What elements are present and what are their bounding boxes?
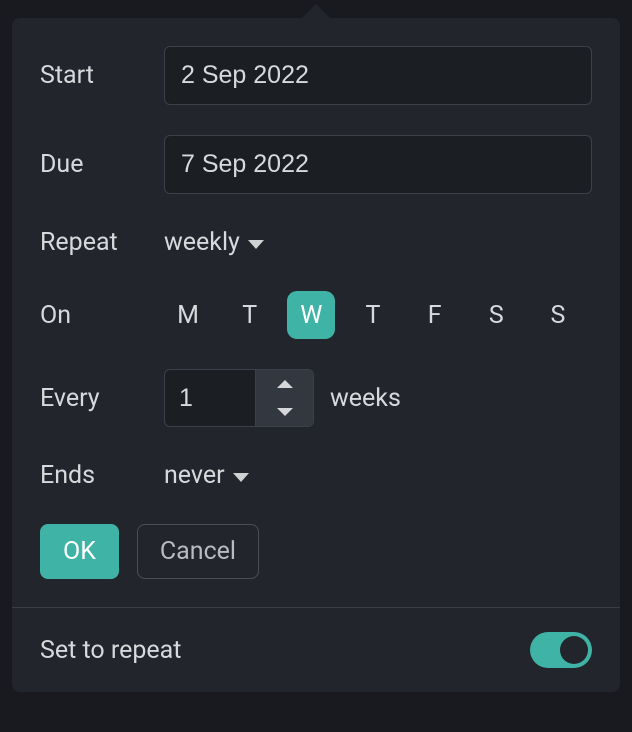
start-label: Start [40,61,164,90]
repeat-label: Repeat [40,228,164,257]
repeat-row: Repeat weekly [40,224,592,261]
chevron-down-icon [233,473,249,482]
ends-value: never [164,461,225,490]
every-label: Every [40,384,164,413]
chevron-up-icon [277,380,293,388]
toggle-knob [560,636,588,664]
day-wed[interactable]: W [287,291,335,339]
set-to-repeat-toggle[interactable] [530,632,592,668]
ends-row: Ends never [40,457,592,494]
schedule-form: Start Due Repeat weekly On M T W T F S S [12,18,620,597]
day-sat[interactable]: S [472,291,520,339]
schedule-popover: Start Due Repeat weekly On M T W T F S S [12,18,620,692]
every-stepper [164,369,314,427]
repeat-value: weekly [164,228,240,257]
due-label: Due [40,150,164,179]
due-row: Due [40,135,592,194]
step-down-button[interactable] [256,398,313,426]
chevron-down-icon [248,240,264,249]
step-up-button[interactable] [256,370,313,398]
ok-button[interactable]: OK [40,524,119,579]
day-mon[interactable]: M [164,291,212,339]
ends-label: Ends [40,461,164,490]
stepper-controls [255,370,313,426]
start-input[interactable] [164,46,592,105]
every-input[interactable] [165,370,255,426]
chevron-down-icon [277,408,293,416]
on-row: On M T W T F S S [40,291,592,339]
day-fri[interactable]: F [411,291,459,339]
repeat-dropdown[interactable]: weekly [164,224,264,261]
cancel-button[interactable]: Cancel [137,524,259,579]
day-tue[interactable]: T [226,291,274,339]
every-row: Every weeks [40,369,592,427]
day-sun[interactable]: S [534,291,582,339]
footer-row: Set to repeat [12,608,620,692]
action-buttons: OK Cancel [40,524,592,579]
ends-dropdown[interactable]: never [164,457,249,494]
start-row: Start [40,46,592,105]
set-to-repeat-label: Set to repeat [40,636,181,665]
due-input[interactable] [164,135,592,194]
day-thu[interactable]: T [349,291,397,339]
on-label: On [40,301,164,330]
weekday-picker: M T W T F S S [164,291,592,339]
every-unit: weeks [330,384,401,413]
